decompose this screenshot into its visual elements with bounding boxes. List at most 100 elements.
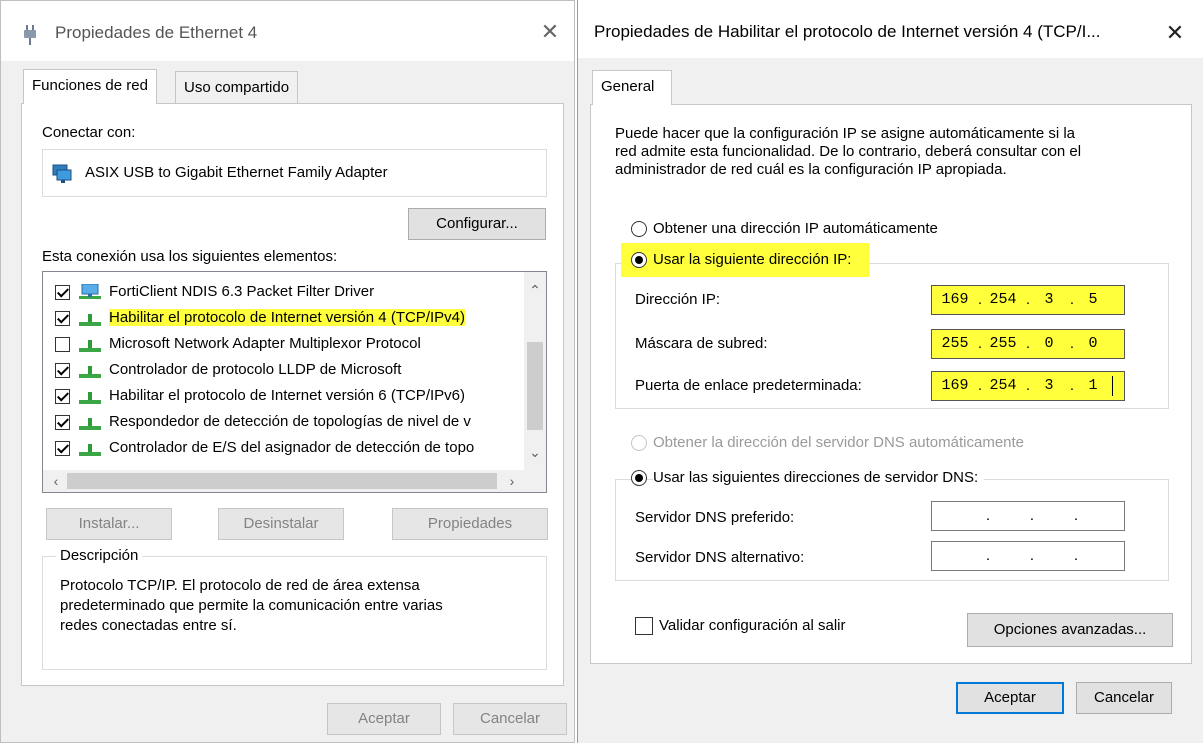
auto-dns-label[interactable]: Obtener la dirección del servidor DNS au… — [653, 434, 1024, 452]
ip-dot: . — [1025, 335, 1031, 352]
hscroll-thumb[interactable] — [67, 473, 497, 489]
auto-dns-radio[interactable] — [631, 435, 647, 451]
elements-list: FortiClient NDIS 6.3 Packet Filter Drive… — [42, 271, 547, 493]
right-tab-panel: Puede hacer que la configuración IP se a… — [590, 104, 1192, 664]
validate-checkbox[interactable] — [635, 617, 653, 635]
network-plug-icon — [24, 25, 36, 45]
list-item[interactable]: Respondedor de detección de topologías d… — [43, 410, 523, 436]
ip-octet-4: 5 — [1088, 291, 1098, 308]
install-button[interactable]: Instalar... — [46, 508, 172, 540]
tab-general[interactable]: General — [592, 70, 672, 105]
elements-label: Esta conexión usa los siguientes element… — [42, 248, 338, 265]
item-checkbox[interactable] — [55, 363, 70, 378]
list-item[interactable]: Habilitar el protocolo de Internet versi… — [43, 306, 523, 332]
list-item[interactable]: FortiClient NDIS 6.3 Packet Filter Drive… — [43, 280, 523, 306]
item-label: Habilitar el protocolo de Internet versi… — [109, 387, 465, 404]
item-checkbox[interactable] — [55, 285, 70, 300]
item-checkbox[interactable] — [55, 415, 70, 430]
ip-dot: . — [977, 377, 983, 394]
ip-dot: . — [1029, 507, 1035, 524]
description-line-3: redes conectadas entre sí. — [60, 617, 237, 634]
item-label: Respondedor de detección de topologías d… — [109, 413, 471, 430]
intro-line-1: Puede hacer que la configuración IP se a… — [615, 125, 1076, 142]
list-vertical-scrollbar[interactable]: ⌃ ⌄ — [524, 272, 546, 470]
manual-ip-radio[interactable] — [631, 252, 647, 268]
left-titlebar: Propiedades de Ethernet 4 ✕ — [1, 1, 574, 61]
gateway-octet-3: 3 — [1044, 377, 1054, 394]
left-close-icon[interactable]: ✕ — [537, 19, 563, 45]
alternate-dns-field[interactable]: . . . — [931, 541, 1125, 571]
ip-octet-2: 254 — [989, 291, 1017, 308]
description-line-2: predeterminado que permite la comunicaci… — [60, 597, 443, 614]
auto-ip-label[interactable]: Obtener una dirección IP automáticamente — [653, 220, 938, 238]
ip-dot: . — [1073, 507, 1079, 524]
preferred-dns-field[interactable]: . . . — [931, 501, 1125, 531]
text-cursor — [1112, 376, 1113, 396]
ethernet-properties-window: Propiedades de Ethernet 4 ✕ Funciones de… — [0, 0, 575, 743]
list-horizontal-scrollbar[interactable]: ‹ › — [43, 470, 546, 492]
adapter-icon — [52, 164, 72, 183]
advanced-options-button[interactable]: Opciones avanzadas... — [967, 613, 1173, 647]
manual-ip-label[interactable]: Usar la siguiente dirección IP: — [653, 251, 851, 269]
ip-dot: . — [1069, 377, 1075, 394]
ip-dot: . — [1025, 377, 1031, 394]
auto-ip-radio[interactable] — [631, 221, 647, 237]
item-checkbox[interactable] — [55, 389, 70, 404]
ip-dot: . — [1025, 291, 1031, 308]
ipv4-properties-window: Propiedades de Habilitar el protocolo de… — [577, 0, 1203, 743]
intro-line-2: red admite esta funcionalidad. De lo con… — [615, 143, 1082, 160]
protocol-icon — [79, 340, 101, 352]
subnet-octet-3: 0 — [1044, 335, 1054, 352]
ip-address-field[interactable]: 169 . 254 . 3 . 5 — [931, 285, 1125, 315]
item-checkbox[interactable] — [55, 441, 70, 456]
ip-octet-3: 3 — [1044, 291, 1054, 308]
right-close-icon[interactable]: ✕ — [1162, 20, 1188, 46]
list-item[interactable]: Microsoft Network Adapter Multiplexor Pr… — [43, 332, 523, 358]
uninstall-button[interactable]: Desinstalar — [218, 508, 344, 540]
left-tab-panel: Conectar con: ASIX USB to Gigabit Ethern… — [21, 103, 564, 686]
list-item[interactable]: Controlador de E/S del asignador de dete… — [43, 436, 523, 462]
item-label: Microsoft Network Adapter Multiplexor Pr… — [109, 335, 421, 352]
item-checkbox[interactable] — [55, 311, 70, 326]
scroll-left-icon[interactable]: ‹ — [45, 471, 67, 491]
subnet-octet-2: 255 — [989, 335, 1017, 352]
scroll-down-icon[interactable]: ⌄ — [524, 442, 546, 462]
manual-dns-radio[interactable] — [631, 470, 647, 486]
left-accept-button[interactable]: Aceptar — [327, 703, 441, 735]
adapter-box: ASIX USB to Gigabit Ethernet Family Adap… — [42, 149, 547, 197]
ip-dot: . — [977, 291, 983, 308]
left-cancel-button[interactable]: Cancelar — [453, 703, 567, 735]
item-label: Controlador de protocolo LLDP de Microso… — [109, 361, 402, 378]
configure-button[interactable]: Configurar... — [408, 208, 546, 240]
protocol-icon — [79, 418, 101, 430]
ip-dot: . — [1069, 335, 1075, 352]
gateway-octet-4: 1 — [1088, 377, 1098, 394]
description-title: Descripción — [56, 547, 143, 565]
scroll-up-icon[interactable]: ⌃ — [524, 280, 546, 300]
list-item[interactable]: Habilitar el protocolo de Internet versi… — [43, 384, 523, 410]
manual-dns-label[interactable]: Usar las siguientes direcciones de servi… — [653, 469, 985, 487]
gateway-field[interactable]: 169 . 254 . 3 . 1 — [931, 371, 1125, 401]
validate-label[interactable]: Validar configuración al salir — [659, 617, 845, 635]
preferred-dns-label: Servidor DNS preferido: — [635, 509, 795, 526]
intro-line-3: administrador de red cuál es la configur… — [615, 161, 1007, 178]
description-line-1: Protocolo TCP/IP. El protocolo de red de… — [60, 577, 420, 594]
gateway-octet-1: 169 — [941, 377, 969, 394]
list-item[interactable]: Controlador de protocolo LLDP de Microso… — [43, 358, 523, 384]
protocol-icon — [79, 314, 101, 326]
subnet-label: Máscara de subred: — [635, 335, 768, 352]
subnet-octet-1: 255 — [941, 335, 969, 352]
properties-button[interactable]: Propiedades — [392, 508, 548, 540]
item-checkbox[interactable] — [55, 337, 70, 352]
ip-dot: . — [1069, 291, 1075, 308]
ip-dot: . — [1029, 547, 1035, 564]
tab-sharing[interactable]: Uso compartido — [175, 71, 299, 104]
item-label: Habilitar el protocolo de Internet versi… — [109, 309, 465, 326]
tab-network-functions[interactable]: Funciones de red — [23, 69, 157, 104]
ip-address-label: Dirección IP: — [635, 291, 721, 308]
right-accept-button[interactable]: Aceptar — [956, 682, 1064, 714]
scroll-right-icon[interactable]: › — [501, 471, 523, 491]
subnet-field[interactable]: 255 . 255 . 0 . 0 — [931, 329, 1125, 359]
scroll-thumb[interactable] — [527, 342, 543, 430]
right-cancel-button[interactable]: Cancelar — [1076, 682, 1172, 714]
